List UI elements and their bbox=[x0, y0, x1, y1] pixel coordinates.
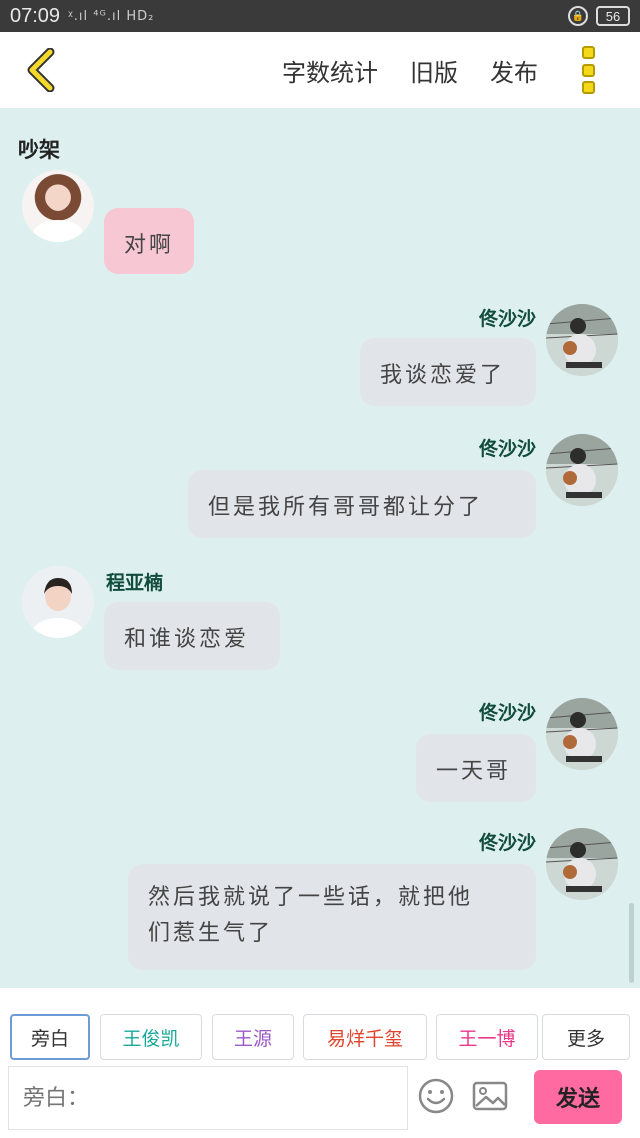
status-bar: 07:09 ᵡ.ıl ⁴ᴳ.ıl HD₂ 🔒 56 bbox=[0, 0, 640, 32]
chip-wang-junkai[interactable]: 王俊凯 bbox=[100, 1014, 202, 1060]
chip-narration[interactable]: 旁白 bbox=[10, 1014, 90, 1060]
sender-name: 佟沙沙 bbox=[478, 308, 536, 330]
message-bubble[interactable]: 一天哥 bbox=[416, 734, 536, 802]
input-row: 发送 bbox=[0, 1066, 640, 1132]
more-menu-icon[interactable] bbox=[582, 46, 596, 94]
sender-name: 程亚楠 bbox=[106, 572, 164, 594]
send-button[interactable]: 发送 bbox=[534, 1070, 622, 1124]
message-line: 们惹生气了 bbox=[148, 921, 274, 946]
message-input[interactable] bbox=[8, 1066, 408, 1130]
avatar[interactable] bbox=[546, 828, 618, 900]
message-bubble[interactable]: 但是我所有哥哥都让分了 bbox=[188, 470, 536, 538]
sender-name: 佟沙沙 bbox=[478, 702, 536, 724]
chip-yi-yangqianxi[interactable]: 易烊千玺 bbox=[303, 1014, 427, 1060]
avatar[interactable] bbox=[546, 304, 618, 376]
battery-indicator: 56 bbox=[596, 6, 630, 26]
chip-more[interactable]: 更多 bbox=[542, 1014, 630, 1060]
avatar[interactable] bbox=[546, 698, 618, 770]
back-icon[interactable] bbox=[22, 48, 66, 92]
chat-title: 吵架 bbox=[18, 138, 60, 162]
status-time: 07:09 bbox=[10, 4, 61, 27]
word-count-button[interactable]: 字数统计 bbox=[282, 53, 378, 88]
sender-name: 佟沙沙 bbox=[478, 832, 536, 854]
sender-name: 佟沙沙 bbox=[478, 438, 536, 460]
top-bar: 字数统计 旧版 发布 bbox=[0, 32, 640, 108]
character-selector: 旁白 王俊凯 王源 易烊千玺 王一博 更多 bbox=[0, 988, 640, 1060]
message-bubble[interactable]: 和谁谈恋爱 bbox=[104, 602, 280, 670]
message-bubble[interactable]: 然后我就说了一些话，就把他 们惹生气了 bbox=[128, 864, 536, 970]
publish-button[interactable]: 发布 bbox=[490, 53, 538, 88]
old-version-button[interactable]: 旧版 bbox=[410, 53, 458, 88]
avatar[interactable] bbox=[546, 434, 618, 506]
chat-area[interactable]: 吵架 对啊 佟沙沙 我谈恋爱了 佟沙沙 但是我所有哥哥都让分了 程亚楠 和谁谈恋… bbox=[0, 108, 640, 988]
composer-panel: 旁白 王俊凯 王源 易烊千玺 王一博 更多 发送 bbox=[0, 988, 640, 1138]
message-line: 然后我就说了一些话，就把他 bbox=[148, 885, 474, 910]
image-icon[interactable] bbox=[470, 1076, 510, 1116]
message-bubble[interactable]: 我谈恋爱了 bbox=[360, 338, 536, 406]
chip-wang-yibo[interactable]: 王一博 bbox=[436, 1014, 538, 1060]
avatar[interactable] bbox=[22, 566, 94, 638]
rotation-lock-icon: 🔒 bbox=[568, 6, 588, 26]
chip-wang-yuan[interactable]: 王源 bbox=[212, 1014, 294, 1060]
message-bubble[interactable]: 对啊 bbox=[104, 208, 194, 274]
chat-scrollbar[interactable] bbox=[629, 903, 634, 983]
emoji-icon[interactable] bbox=[416, 1076, 456, 1116]
avatar[interactable] bbox=[22, 170, 94, 242]
signal-indicator: ᵡ.ıl ⁴ᴳ.ıl HD₂ bbox=[68, 8, 155, 24]
